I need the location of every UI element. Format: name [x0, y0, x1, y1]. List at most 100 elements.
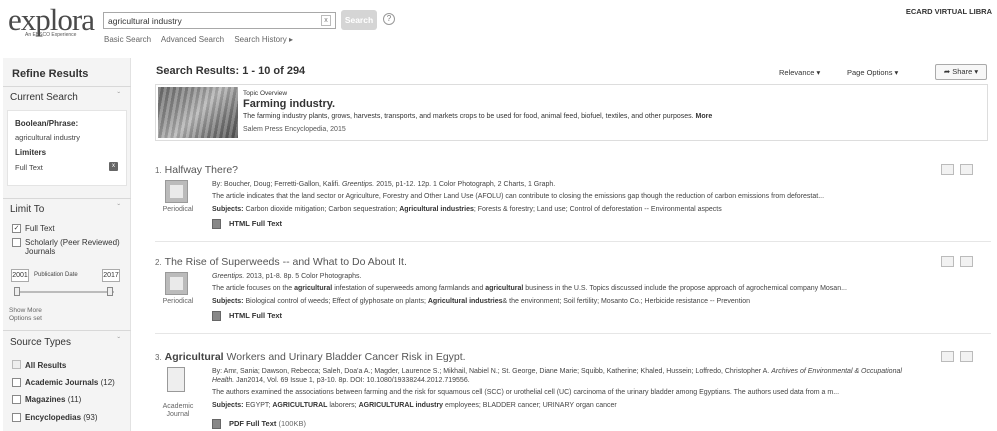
source-type-label: Magazines — [25, 395, 66, 404]
basic-search-link[interactable]: Basic Search — [104, 35, 151, 44]
result-title-text[interactable]: Workers and Urinary Bladder Cancer Risk … — [224, 351, 466, 363]
scholarly-checkbox[interactable] — [12, 238, 21, 247]
all-results-label[interactable]: All Results — [25, 361, 66, 370]
topic-image[interactable] — [158, 87, 238, 138]
result-byline: By: Amr, Sania; Dawson, Rebecca; Saleh, … — [212, 368, 902, 375]
subjects-text[interactable]: & the environment; Soil fertility; Mosan… — [503, 298, 750, 305]
abstract-highlight: agricultural — [294, 285, 333, 292]
subjects-highlight[interactable]: AGRICULTURAL — [272, 402, 327, 409]
source-type-label: Academic Journals — [25, 378, 99, 387]
share-button[interactable]: ➦ Share ▾ — [935, 64, 987, 80]
subjects-highlight[interactable]: Agricultural industries — [399, 206, 474, 213]
subjects-text[interactable]: Biological control of weeds; Effect of g… — [245, 298, 425, 305]
subjects-label: Subjects: — [212, 402, 244, 409]
add-to-folder-icon[interactable] — [960, 351, 973, 362]
byline-source[interactable]: Greentips. — [212, 273, 244, 280]
help-icon[interactable]: ? — [383, 13, 395, 25]
add-to-folder-icon[interactable] — [960, 164, 973, 175]
byline-details: 2015, p1-12. 12p. 1 Color Photograph, 2 … — [376, 181, 556, 188]
academic-journals-checkbox[interactable] — [12, 378, 21, 387]
html-full-text-link[interactable]: HTML Full Text — [212, 311, 282, 322]
boolean-phrase-label: Boolean/Phrase: — [15, 119, 79, 128]
search-history-link[interactable]: Search History ▸ — [234, 35, 293, 44]
header: explora An EBSCO Experience agricultural… — [0, 0, 997, 50]
html-full-text-link[interactable]: HTML Full Text — [212, 219, 282, 230]
source-type-count: (93) — [83, 413, 98, 422]
byline-details: Jan2014, Vol. 69 Issue 1, p3-10. 8p. DOI… — [236, 377, 470, 384]
full-text-label[interactable]: Full Text — [25, 224, 55, 233]
subjects-highlight[interactable]: Agricultural industries — [428, 298, 503, 305]
pdf-full-text-link[interactable]: PDF Full Text (100KB) — [212, 419, 306, 430]
show-more-link[interactable]: Show More Options set — [9, 307, 42, 323]
scholarly-label-line2[interactable]: Journals — [25, 247, 55, 256]
results-count-title: Search Results: 1 - 10 of 294 — [156, 65, 306, 77]
result-title[interactable]: 1. Halfway There? — [155, 164, 238, 176]
source-type-item[interactable]: Encyclopedias (93) — [25, 413, 98, 422]
clear-search-icon[interactable]: x — [321, 15, 331, 26]
subjects-text[interactable]: EGYPT; — [245, 402, 270, 409]
full-text-size: (100KB) — [278, 419, 306, 428]
result-item: 3. Agricultural Workers and Urinary Bladd… — [155, 351, 991, 431]
academic-journal-icon — [167, 367, 185, 392]
subjects-text[interactable]: laborers; — [329, 402, 356, 409]
subjects-label: Subjects: — [212, 298, 244, 305]
result-title-text[interactable]: The Rise of Superweeds -- and What to Do… — [165, 256, 407, 268]
relevance-dropdown[interactable]: Relevance ▾ — [779, 68, 820, 77]
preview-icon[interactable] — [941, 351, 954, 362]
date-slider-track[interactable] — [16, 291, 114, 293]
explora-logo[interactable]: explora An EBSCO Experience — [8, 3, 95, 39]
all-results-checkbox[interactable] — [12, 360, 21, 369]
result-title[interactable]: 2. The Rise of Superweeds -- and What to … — [155, 256, 407, 268]
preview-icon[interactable] — [941, 164, 954, 175]
topic-name[interactable]: Farming industry. — [243, 98, 335, 110]
limit-to-heading[interactable]: Limit To — [10, 204, 44, 215]
preview-icon[interactable] — [941, 256, 954, 267]
chevron-down-icon[interactable]: ˇ — [117, 203, 120, 212]
current-search-heading[interactable]: Current Search — [10, 92, 78, 103]
subjects-text[interactable]: ; Forests & forestry; Land use; Control … — [474, 206, 722, 213]
full-text-checkbox[interactable]: ✓ — [12, 224, 21, 233]
date-to-input[interactable]: 2017 — [102, 269, 120, 282]
date-slider-handle-right[interactable] — [107, 287, 113, 296]
page-options-dropdown[interactable]: Page Options ▾ — [847, 68, 898, 77]
topic-more-link[interactable]: More — [696, 113, 713, 120]
add-to-folder-icon[interactable] — [960, 256, 973, 267]
byline-source[interactable]: Archives of Environmental & Occupational — [771, 368, 902, 375]
chevron-down-icon[interactable]: ˇ — [117, 91, 120, 100]
current-search-term[interactable]: agricultural industry — [15, 133, 80, 142]
magazines-checkbox[interactable] — [12, 395, 21, 404]
source-type-item[interactable]: Magazines (11) — [25, 395, 81, 404]
result-number: 2. — [155, 258, 162, 267]
subjects-highlight[interactable]: AGRICULTURAL industry — [359, 402, 444, 409]
result-title-highlight[interactable]: Agricultural — [165, 351, 224, 363]
scholarly-label[interactable]: Scholarly (Peer Reviewed) — [25, 238, 120, 247]
byline-details: 2013, p1-8. 8p. 5 Color Photographs. — [246, 273, 362, 280]
result-item: 1. Halfway There? Periodical By: Boucher,… — [155, 164, 991, 244]
limiters-label: Limiters — [15, 148, 47, 157]
abstract-text: business in the U.S. Topics discussed in… — [525, 285, 847, 292]
result-byline-line2: Health. Jan2014, Vol. 69 Issue 1, p3-10.… — [212, 377, 470, 384]
date-from-input[interactable]: 2001 — [11, 269, 29, 282]
results-area: Search Results: 1 - 10 of 294 Relevance … — [131, 50, 997, 431]
divider — [3, 86, 131, 87]
search-input[interactable]: agricultural industry x — [103, 12, 336, 29]
advanced-search-link[interactable]: Advanced Search — [161, 35, 224, 44]
source-types-heading[interactable]: Source Types — [10, 337, 71, 348]
byline-source[interactable]: Health. — [212, 377, 234, 384]
divider — [3, 330, 131, 331]
chevron-down-icon[interactable]: ˇ — [117, 336, 120, 345]
result-title[interactable]: 3. Agricultural Workers and Urinary Bladd… — [155, 351, 466, 363]
periodical-icon — [165, 180, 188, 203]
byline-source[interactable]: Greentips. — [342, 181, 374, 188]
search-links: Basic Search Advanced Search Search Hist… — [104, 35, 301, 44]
subjects-text[interactable]: Carbon dioxide mitigation; Carbon seques… — [245, 206, 397, 213]
search-button[interactable]: Search — [341, 10, 377, 30]
date-slider-handle-left[interactable] — [14, 287, 20, 296]
encyclopedias-checkbox[interactable] — [12, 413, 21, 422]
show-more-label[interactable]: Show More — [9, 307, 42, 315]
source-type-item[interactable]: Academic Journals (12) — [25, 378, 115, 387]
remove-limiter-icon[interactable]: x — [109, 162, 118, 171]
topic-description-text: The farming industry plants, grows, harv… — [243, 113, 694, 120]
subjects-text[interactable]: employees; BLADDER cancer; URINARY organ… — [445, 402, 617, 409]
result-title-text[interactable]: Halfway There? — [165, 164, 238, 176]
